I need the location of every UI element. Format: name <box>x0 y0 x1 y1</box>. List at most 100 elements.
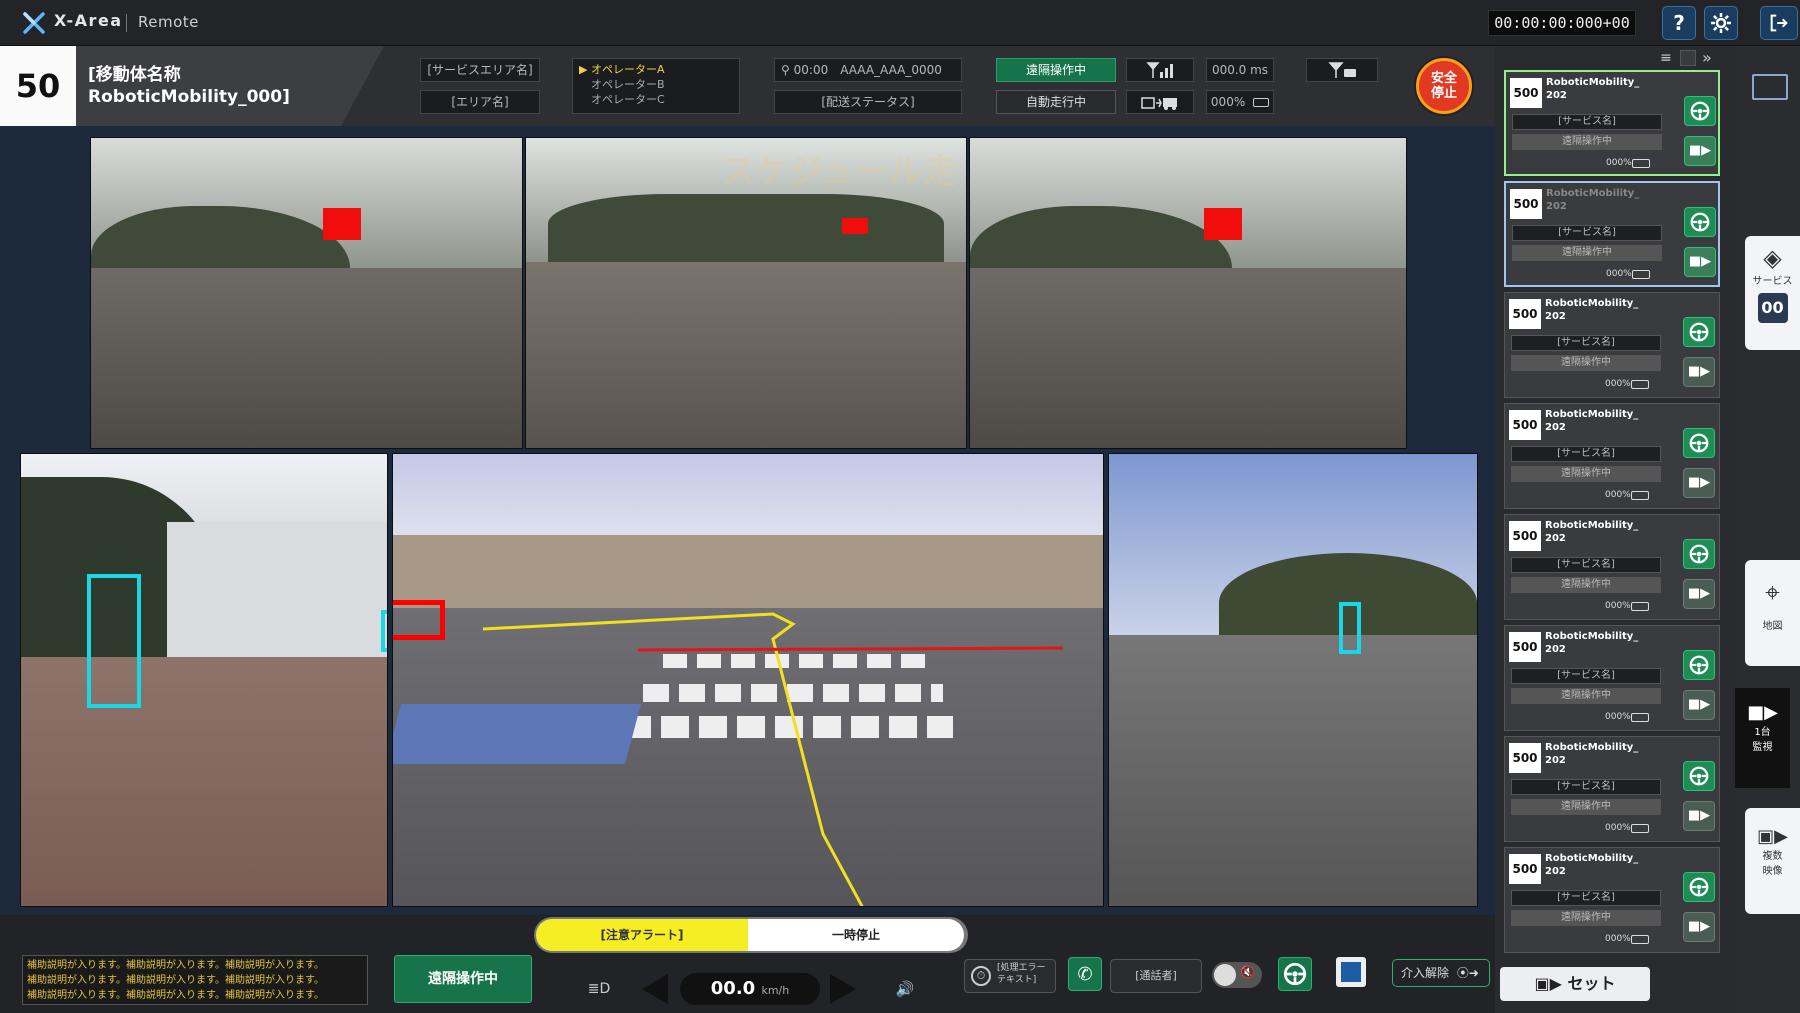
layers-icon: ◈ <box>1763 244 1782 272</box>
vehicle-card[interactable]: 500 RoboticMobility_ 202 [サービス名] 遠隔操作中 000% ■▶ <box>1504 514 1720 620</box>
card-battery-percent: 000% <box>1605 379 1631 389</box>
collapse-panel-icon[interactable]: » <box>1702 48 1712 67</box>
vehicle-card[interactable]: 500 RoboticMobility_ 202 [サービス名] 遠隔操作中 000% ■▶ <box>1504 625 1720 731</box>
vehicle-card[interactable]: 500 RoboticMobility_ 202 [サービス名] 遠隔操作中 000% ■▶ <box>1504 736 1720 842</box>
phone-icon: ✆ <box>1077 964 1093 985</box>
assist-text-line: 補助説明が入ります。補助説明が入ります。補助説明が入ります。 <box>27 990 324 1001</box>
card-status-field: 遠隔操作中 <box>1511 799 1661 815</box>
card-steering-button[interactable] <box>1683 317 1715 347</box>
card-steering-button[interactable] <box>1684 96 1716 126</box>
release-intervention-button[interactable]: 介入解除 ⦿➜ <box>1392 959 1490 987</box>
card-battery-percent: 000% <box>1605 490 1631 500</box>
card-camera-button[interactable]: ■▶ <box>1683 468 1715 498</box>
network-antenna-indicator <box>1306 58 1378 82</box>
timecode-display: 00:00:00:000+00 <box>1488 10 1636 36</box>
settings-button[interactable] <box>1704 6 1738 40</box>
nav-single-label-2: 監視 <box>1752 742 1773 753</box>
card-steering-button[interactable] <box>1683 428 1715 458</box>
horn-button[interactable]: 🔊 <box>890 975 920 1003</box>
service-count-badge: 00 <box>1757 293 1788 323</box>
vehicle-card[interactable]: 500 RoboticMobility_ 202 [サービス名] 遠隔操作中 000% ■▶ <box>1504 403 1720 509</box>
camera-feed-front-left[interactable] <box>20 453 388 907</box>
camera-feed-rear-center[interactable]: スケジュール走 <box>525 137 967 449</box>
card-name-line: RoboticMobility_ <box>1545 298 1639 309</box>
card-steering-button[interactable] <box>1684 207 1716 237</box>
flag-icon <box>1341 962 1361 982</box>
card-name-line: 202 <box>1545 866 1566 877</box>
mute-toggle[interactable]: 🔇 <box>1212 962 1262 988</box>
steering-wheel-icon <box>1689 877 1709 897</box>
operator-item[interactable]: オペレーターC <box>579 92 739 107</box>
steering-wheel-icon <box>1689 322 1709 342</box>
vehicle-card[interactable]: 500 RoboticMobility_ 202 [サービス名] 遠隔操作中 000% ■▶ <box>1504 70 1720 176</box>
operator-item[interactable]: オペレーターB <box>579 77 739 92</box>
detection-box-cyan <box>381 610 387 652</box>
vehicle-connection-indicator <box>1126 90 1194 114</box>
nav-map-label: 地図 <box>1762 621 1783 632</box>
card-camera-button[interactable]: ■▶ <box>1684 247 1716 277</box>
camera-feed-front-right[interactable] <box>1108 453 1478 907</box>
card-battery-icon <box>1632 159 1650 168</box>
vehicle-name-panel <box>76 46 384 126</box>
nav-tab-single-monitor[interactable]: ■▶ 1台 監視 <box>1735 688 1790 788</box>
vehicle-number: 50 <box>0 46 76 126</box>
card-steering-button[interactable] <box>1683 872 1715 902</box>
list-view-icon[interactable] <box>1680 50 1696 66</box>
card-steering-button[interactable] <box>1683 650 1715 680</box>
card-steering-button[interactable] <box>1683 539 1715 569</box>
video-camera-icon: ■▶ <box>1687 586 1711 601</box>
card-vehicle-name: RoboticMobility_ 202 <box>1546 187 1639 213</box>
pause-button[interactable]: 一時停止 <box>748 919 964 951</box>
camera-feed-rear-right[interactable] <box>969 137 1407 449</box>
list-menu-icon[interactable]: ≡ <box>1660 50 1672 66</box>
card-steering-button[interactable] <box>1683 761 1715 791</box>
process-error-field: ⏱ [処理エラー テキスト] <box>964 959 1056 993</box>
latency-display: 000.0 ms <box>1206 58 1274 82</box>
assist-text-line: 補助説明が入ります。補助説明が入ります。補助説明が入ります。 <box>27 960 324 971</box>
nav-tab-map[interactable]: ⌖ 地図 <box>1745 560 1800 666</box>
card-camera-button[interactable]: ■▶ <box>1683 357 1715 387</box>
camera-feed-rear-left[interactable] <box>90 137 523 449</box>
remote-operation-status-button[interactable]: 遠隔操作中 <box>996 58 1116 82</box>
monitor-icon[interactable] <box>1752 74 1788 100</box>
operator-list[interactable]: ▶ オペレーターA オペレーターB オペレーターC <box>572 58 740 114</box>
card-service-field: [サービス名] <box>1511 557 1661 573</box>
trajectory-overlay <box>482 612 1064 906</box>
set-label: セット <box>1567 974 1616 993</box>
card-camera-button[interactable]: ■▶ <box>1683 579 1715 609</box>
emergency-stop-button[interactable]: 安全 停止 <box>1416 58 1472 114</box>
camera-feed-front-center[interactable] <box>392 453 1104 907</box>
card-service-field: [サービス名] <box>1511 668 1661 684</box>
card-vehicle-number: 500 <box>1510 78 1542 108</box>
speed-decrease-button[interactable] <box>642 974 668 1004</box>
headlight-button[interactable]: ≣D <box>584 975 614 1003</box>
card-camera-button[interactable]: ■▶ <box>1683 690 1715 720</box>
operator-item-active[interactable]: ▶ オペレーターA <box>579 62 739 77</box>
nav-tab-multi-video[interactable]: ▣▶ 複数 映像 <box>1745 808 1800 914</box>
remote-operation-button[interactable]: 遠隔操作中 <box>394 955 532 1003</box>
steering-wheel-button[interactable] <box>1278 957 1312 991</box>
emergency-stop-line2: 停止 <box>1430 86 1457 101</box>
nav-tab-service[interactable]: ◈ サービス 00 <box>1745 236 1800 350</box>
card-name-line: 202 <box>1546 90 1567 101</box>
card-camera-button[interactable]: ■▶ <box>1683 801 1715 831</box>
card-battery-icon <box>1631 380 1649 389</box>
caution-alert-button[interactable]: [注意アラート] <box>536 919 748 951</box>
set-button[interactable]: ▣▶ セット <box>1500 967 1650 1001</box>
call-button[interactable]: ✆ <box>1068 957 1102 991</box>
caller-field: [通話者] <box>1110 959 1202 993</box>
vehicle-card[interactable]: 500 RoboticMobility_ 202 [サービス名] 遠隔操作中 000% ■▶ <box>1504 181 1720 287</box>
vehicle-card[interactable]: 500 RoboticMobility_ 202 [サービス名] 遠隔操作中 000% ■▶ <box>1504 847 1720 953</box>
card-status-field: 遠隔操作中 <box>1511 466 1661 482</box>
card-camera-button[interactable]: ■▶ <box>1684 136 1716 166</box>
help-button[interactable]: ? <box>1662 6 1696 40</box>
vehicle-card[interactable]: 500 RoboticMobility_ 202 [サービス名] 遠隔操作中 000% ■▶ <box>1504 292 1720 398</box>
card-camera-button[interactable]: ■▶ <box>1683 912 1715 942</box>
title-divider <box>126 14 127 32</box>
error-text-line: テキスト] <box>997 975 1037 985</box>
speed-increase-button[interactable] <box>830 974 856 1004</box>
logout-button[interactable] <box>1760 6 1798 40</box>
flag-button[interactable] <box>1336 957 1366 987</box>
card-service-field: [サービス名] <box>1511 779 1661 795</box>
autonomous-driving-button[interactable]: 自動走行中 <box>996 90 1116 114</box>
